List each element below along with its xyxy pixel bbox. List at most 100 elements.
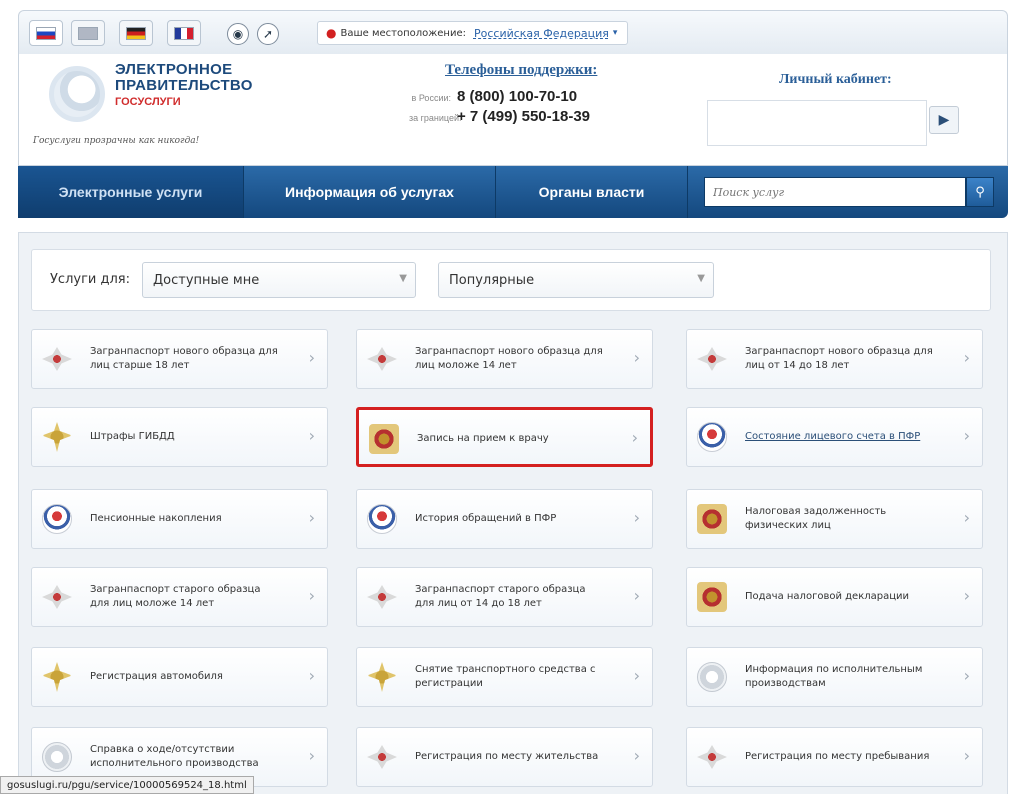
chevron-right-icon: › <box>308 426 315 445</box>
gosuslugi-logo-icon[interactable] <box>49 66 105 122</box>
service-card[interactable]: Налоговая задолженность физических лиц › <box>686 489 983 549</box>
service-card-title: История обращений в ПФР <box>415 513 557 524</box>
abroad-phone: + 7 (499) 550-18-39 <box>457 108 591 125</box>
service-card[interactable]: Снятие транспортного средства с регистра… <box>356 647 653 707</box>
service-card-title: Загранпаспорт нового образца для лиц мол… <box>415 346 603 371</box>
service-card[interactable]: Регистрация автомобиля › <box>31 647 328 707</box>
tax-icon <box>697 504 727 534</box>
service-card[interactable]: Регистрация по месту пребывания › <box>686 727 983 787</box>
french-flag-icon <box>174 26 194 40</box>
service-card[interactable]: Пенсионные накопления › <box>31 489 328 549</box>
service-card[interactable]: Состояние лицевого счета в ПФР › <box>686 407 983 467</box>
accessibility-eye-button[interactable]: ◉ <box>227 23 249 45</box>
eye-icon: ◉ <box>232 27 244 41</box>
lang-russian-button[interactable] <box>29 20 63 46</box>
chevron-right-icon: › <box>308 746 315 765</box>
service-card-title: Регистрация автомобиля <box>90 671 223 682</box>
tab-services-info[interactable]: Информация об услугах <box>244 166 496 218</box>
service-card[interactable]: Загранпаспорт нового образца для лиц мол… <box>356 329 653 389</box>
lang-german-button[interactable] <box>119 20 153 46</box>
pfr-icon <box>42 504 72 534</box>
service-card[interactable]: Регистрация по месту жительства › <box>356 727 653 787</box>
tab-electronic-services[interactable]: Электронные услуги <box>18 166 244 218</box>
search-button[interactable]: ⚲ <box>966 177 994 207</box>
chevron-right-icon: › <box>633 746 640 765</box>
service-card-title: Загранпаспорт старого образца для лиц мо… <box>90 584 261 609</box>
police-eagle-icon <box>42 662 72 692</box>
location-label: Ваше местоположение: <box>340 27 466 39</box>
service-card[interactable]: Штрафы ГИБДД › <box>31 407 328 467</box>
service-card-title: Загранпаспорт старого образца для лиц от… <box>415 584 586 609</box>
chevron-right-icon: › <box>308 666 315 685</box>
lang-french-button[interactable] <box>167 20 201 46</box>
russia-phone: 8 (800) 100-70-10 <box>457 88 578 105</box>
cabinet-title: Личный кабинет: <box>779 72 892 87</box>
chevron-right-icon: › <box>631 428 638 447</box>
service-card[interactable]: Запись на прием к врачу › <box>356 407 653 467</box>
browser-viewport: ◉ ➚ ● Ваше местоположение: Российская Фе… <box>0 0 1011 794</box>
cabinet-login-area[interactable] <box>707 100 927 146</box>
service-card-title: Информация по исполнительным производств… <box>745 664 923 689</box>
passport-icon <box>42 347 72 371</box>
chevron-down-icon: ▼ <box>399 273 407 284</box>
services-filter: Услуги для: Доступные мне ▼ Популярные ▼ <box>31 249 991 311</box>
passport-icon <box>367 585 397 609</box>
sort-select[interactable]: Популярные ▼ <box>438 262 714 298</box>
service-card-title: Подача налоговой декларации <box>745 591 910 602</box>
service-card-title: Загранпаспорт нового образца для лиц ста… <box>90 346 278 371</box>
search-icon: ⚲ <box>975 184 985 200</box>
service-card[interactable]: Информация по исполнительным производств… <box>686 647 983 707</box>
russia-note: в России: <box>411 93 451 103</box>
audience-select[interactable]: Доступные мне ▼ <box>142 262 416 298</box>
passport-icon <box>697 745 727 769</box>
search-input[interactable] <box>704 177 966 207</box>
service-card[interactable]: Загранпаспорт нового образца для лиц от … <box>686 329 983 389</box>
status-url: gosuslugi.ru/pgu/service/10000569524_18.… <box>7 779 247 791</box>
passport-icon <box>697 347 727 371</box>
services-panel: Услуги для: Доступные мне ▼ Популярные ▼… <box>18 232 1008 794</box>
service-card-title: Штрафы ГИБДД <box>90 431 175 442</box>
service-card-title: Регистрация по месту жительства <box>415 751 599 762</box>
service-card-title: Налоговая задолженность физических лиц <box>745 506 887 531</box>
support-title[interactable]: Телефоны поддержки: <box>445 62 597 79</box>
sort-select-value: Популярные <box>449 272 535 288</box>
tax-icon <box>697 582 727 612</box>
main-nav: Электронные услуги Информация об услугах… <box>18 166 1008 218</box>
service-card-title: Пенсионные накопления <box>90 513 222 524</box>
service-card[interactable]: Загранпаспорт старого образца для лиц мо… <box>31 567 328 627</box>
lang-english-button[interactable] <box>71 20 105 46</box>
chevron-right-icon: › <box>633 508 640 527</box>
compass-button[interactable]: ➚ <box>257 23 279 45</box>
location-value[interactable]: Российская Федерация <box>474 27 609 40</box>
tab-authorities[interactable]: Органы власти <box>496 166 688 218</box>
cabinet-login-button[interactable]: ▶ <box>929 106 959 134</box>
chevron-right-icon: › <box>963 746 970 765</box>
service-card[interactable]: Подача налоговой декларации › <box>686 567 983 627</box>
location-selector[interactable]: ● Ваше местоположение: Российская Федера… <box>317 21 629 45</box>
service-card-title: Регистрация по месту пребывания <box>745 751 930 762</box>
chevron-right-icon: › <box>963 426 970 445</box>
filter-label: Услуги для: <box>50 272 130 287</box>
chevron-right-icon: › <box>633 586 640 605</box>
logo-slogan: Госуслуги прозрачны как никогда! <box>33 136 200 146</box>
door-enter-icon: ▶ <box>938 112 950 128</box>
german-flag-icon <box>126 26 146 40</box>
logo-title[interactable]: ЭЛЕКТРОННОЕ ПРАВИТЕЛЬСТВО <box>115 62 253 94</box>
chevron-right-icon: › <box>963 586 970 605</box>
abroad-note: за границей: <box>409 113 462 123</box>
service-card-title: Снятие транспортного средства с регистра… <box>415 664 596 689</box>
chevron-right-icon: › <box>633 666 640 685</box>
coat-of-arms-icon <box>369 424 399 454</box>
uk-flag-icon <box>78 26 98 40</box>
pfr-icon <box>367 504 397 534</box>
service-card[interactable]: История обращений в ПФР › <box>356 489 653 549</box>
russian-flag-icon <box>36 26 56 40</box>
passport-icon <box>367 347 397 371</box>
service-card-title: Загранпаспорт нового образца для лиц от … <box>745 346 933 371</box>
pfr-icon <box>697 422 727 452</box>
service-card[interactable]: Загранпаспорт нового образца для лиц ста… <box>31 329 328 389</box>
chevron-right-icon: › <box>308 586 315 605</box>
service-card[interactable]: Загранпаспорт старого образца для лиц от… <box>356 567 653 627</box>
browser-status-bar: gosuslugi.ru/pgu/service/10000569524_18.… <box>0 776 254 794</box>
site-header: ЭЛЕКТРОННОЕ ПРАВИТЕЛЬСТВО ГОСУСЛУГИ Госу… <box>18 54 1008 166</box>
